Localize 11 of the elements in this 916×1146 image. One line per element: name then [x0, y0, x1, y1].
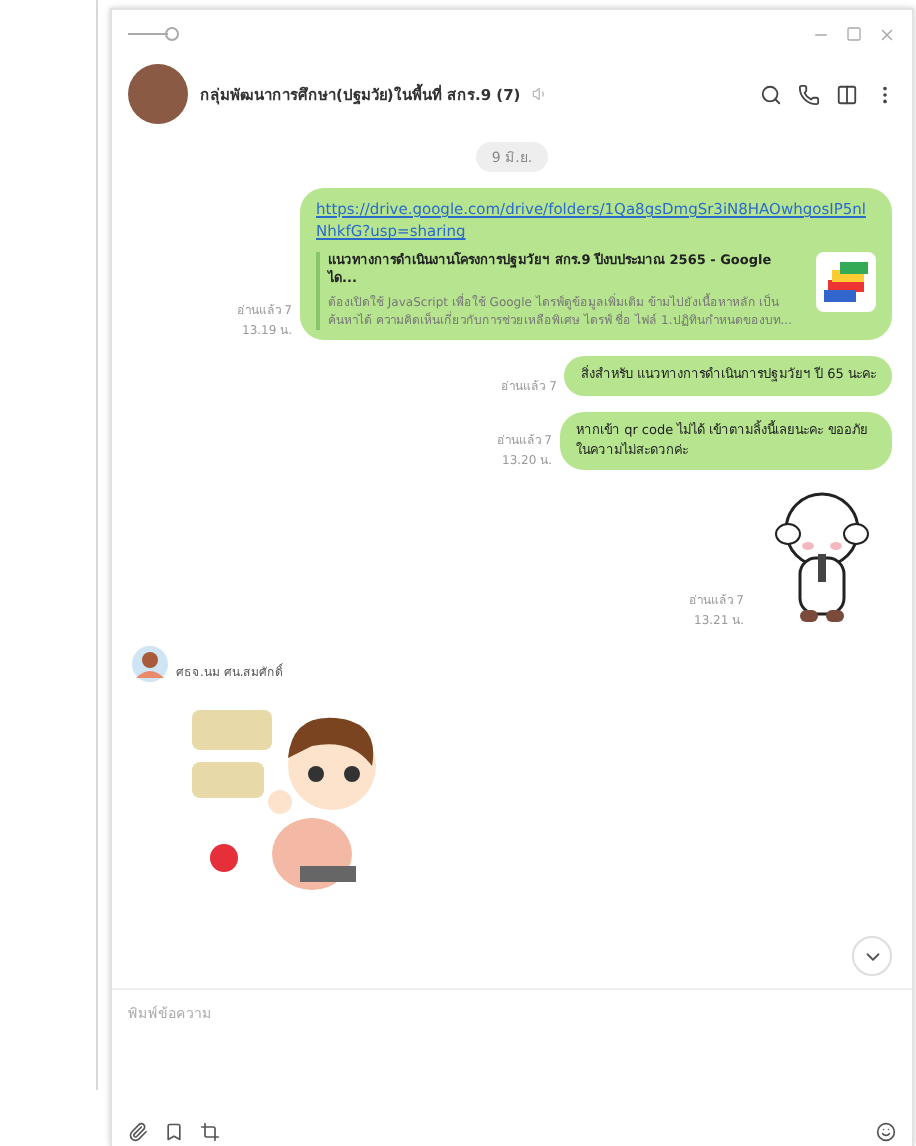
panel-icon[interactable]: [836, 83, 858, 105]
bookmark-icon[interactable]: [164, 1122, 184, 1142]
crop-icon[interactable]: [200, 1122, 220, 1142]
drive-thumbnail-icon: [816, 251, 876, 311]
scroll-down-button[interactable]: [852, 936, 892, 976]
phone-icon[interactable]: [798, 83, 820, 105]
emoji-icon[interactable]: [876, 1122, 896, 1142]
sender-avatar[interactable]: [132, 646, 168, 683]
paperclip-icon[interactable]: [128, 1122, 148, 1142]
search-icon[interactable]: [760, 83, 782, 105]
group-avatar[interactable]: [128, 64, 188, 124]
